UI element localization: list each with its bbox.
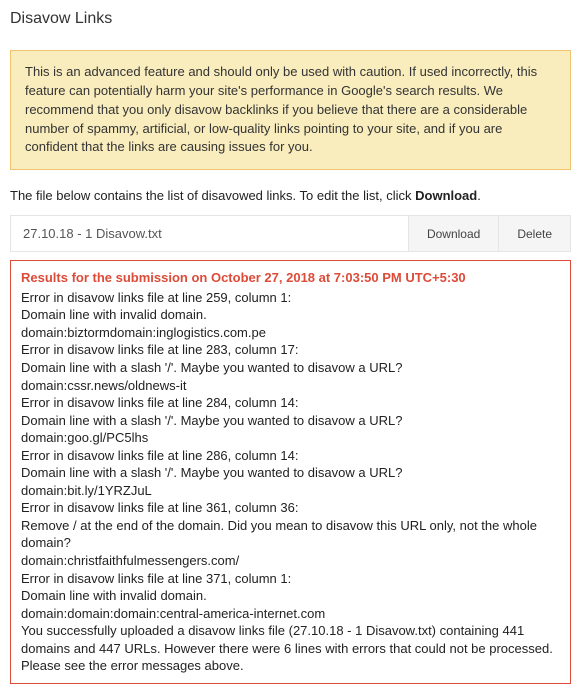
results-line: domain:christfaithfulmessengers.com/	[21, 552, 560, 570]
results-line: domain:bit.ly/1YRZJuL	[21, 482, 560, 500]
results-line: Error in disavow links file at line 371,…	[21, 570, 560, 588]
results-header: Results for the submission on October 27…	[21, 269, 560, 287]
download-button[interactable]: Download	[409, 216, 498, 251]
warning-banner: This is an advanced feature and should o…	[10, 50, 571, 170]
results-line: Remove / at the end of the domain. Did y…	[21, 517, 560, 552]
results-line: Domain line with invalid domain.	[21, 306, 560, 324]
intro-bold: Download	[415, 188, 477, 203]
results-line: Domain line with invalid domain.	[21, 587, 560, 605]
results-body: Error in disavow links file at line 259,…	[21, 289, 560, 675]
results-line: domain:biztormdomain:inglogistics.com.pe	[21, 324, 560, 342]
results-line: domain:domain:domain:central-america-int…	[21, 605, 560, 623]
results-line: Error in disavow links file at line 283,…	[21, 341, 560, 359]
page-title: Disavow Links	[10, 10, 571, 28]
results-line: You successfully uploaded a disavow link…	[21, 622, 560, 675]
results-line: domain:goo.gl/PC5lhs	[21, 429, 560, 447]
results-line: Domain line with a slash '/'. Maybe you …	[21, 464, 560, 482]
results-line: Error in disavow links file at line 286,…	[21, 447, 560, 465]
results-line: domain:cssr.news/oldnews-it	[21, 377, 560, 395]
results-line: Domain line with a slash '/'. Maybe you …	[21, 359, 560, 377]
file-row: 27.10.18 - 1 Disavow.txt Download Delete	[10, 215, 571, 252]
file-actions: Download Delete	[409, 216, 570, 251]
results-line: Error in disavow links file at line 284,…	[21, 394, 560, 412]
delete-button[interactable]: Delete	[498, 216, 570, 251]
results-line: Error in disavow links file at line 361,…	[21, 499, 560, 517]
intro-suffix: .	[477, 188, 481, 203]
intro-prefix: The file below contains the list of disa…	[10, 188, 415, 203]
results-box: Results for the submission on October 27…	[10, 260, 571, 684]
results-line: Error in disavow links file at line 259,…	[21, 289, 560, 307]
file-name: 27.10.18 - 1 Disavow.txt	[11, 216, 409, 251]
results-line: Domain line with a slash '/'. Maybe you …	[21, 412, 560, 430]
intro-text: The file below contains the list of disa…	[10, 188, 571, 203]
